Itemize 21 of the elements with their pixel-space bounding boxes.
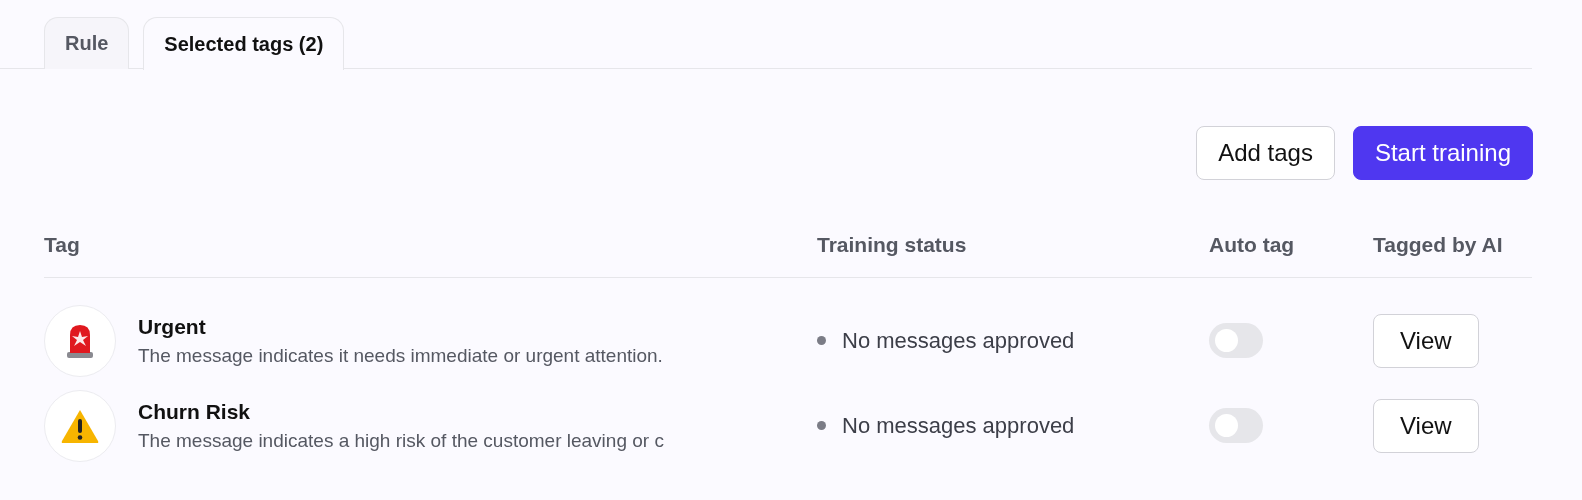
auto-tag-toggle[interactable] [1209, 408, 1263, 443]
column-header: Auto tag [1209, 233, 1295, 256]
training-status: No messages approved [842, 412, 1075, 439]
status-dot [817, 336, 826, 345]
status-dot [817, 421, 826, 430]
tag-description: The message indicates a high risk of the customer leaving or c [138, 429, 664, 452]
secondary-button[interactable]: Add tags [1196, 126, 1335, 180]
view-button[interactable]: View [1373, 398, 1479, 453]
auto-tag-toggle[interactable] [1209, 323, 1263, 358]
tag-name: Churn Risk [138, 399, 251, 424]
siren-icon [66, 322, 94, 359]
primary-button[interactable]: Start training [1352, 126, 1533, 180]
tag-name: Urgent [138, 314, 207, 339]
tab[interactable]: Selected tags (2) [143, 17, 345, 70]
tag-description: The message indicates it needs immediate or urgent attention. [138, 344, 663, 367]
column-header: Tag [44, 233, 80, 256]
column-header: Training status [817, 233, 967, 256]
column-header: Tagged by AI [1373, 233, 1503, 256]
view-button[interactable]: View [1373, 313, 1479, 368]
training-status: No messages approved [842, 327, 1075, 354]
tab[interactable]: Rule [44, 17, 130, 69]
